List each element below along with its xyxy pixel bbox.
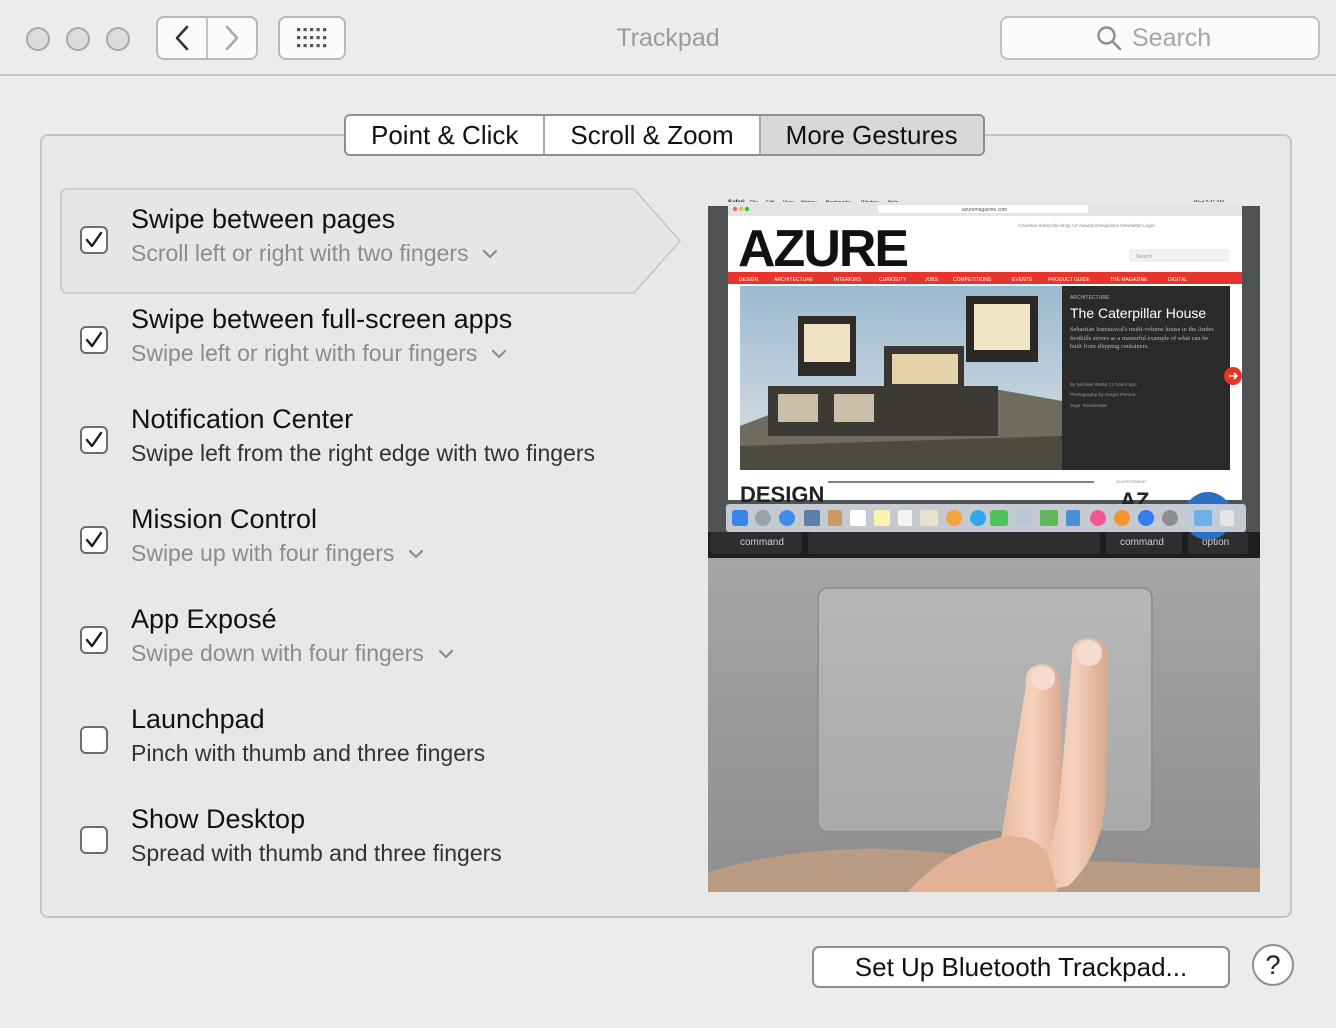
gesture-swipe-between-pages[interactable]: Swipe between pages Scroll left or right… <box>62 188 682 292</box>
nav-item: DESIGN <box>739 277 759 283</box>
gesture-title: Show Desktop <box>131 804 306 834</box>
gesture-title: App Exposé <box>131 604 277 634</box>
gesture-subtitle: Pinch with thumb and three fingers <box>131 740 486 766</box>
search-input[interactable] <box>1132 23 1224 53</box>
gesture-swipe-full-screen-apps[interactable]: Swipe between full-screen apps Swipe lef… <box>62 288 682 392</box>
nav-item: COMPETITIONS <box>953 277 992 283</box>
gesture-option-popup[interactable]: Swipe down with four fingers <box>131 640 454 667</box>
article-tags: Tags: Residential <box>1070 403 1107 409</box>
browser-url: azuremagazine.com <box>962 207 1007 213</box>
gesture-option-popup[interactable]: Swipe left or right with four fingers <box>131 340 507 367</box>
gesture-title: Launchpad <box>131 704 265 734</box>
article-kicker: ARCHITECTURE <box>1070 295 1110 301</box>
search-field[interactable] <box>1000 16 1320 60</box>
key-command-right: command <box>1120 537 1164 548</box>
article-byline: By Michael Webb | 2 hours ago <box>1070 382 1137 388</box>
search-icon <box>1097 26 1122 51</box>
gesture-mission-control[interactable]: Mission Control Swipe up with four finge… <box>62 488 682 592</box>
gesture-title: Swipe between full-screen apps <box>131 304 513 334</box>
swipe-fullscreen-checkbox[interactable] <box>80 326 108 354</box>
mission-control-checkbox[interactable] <box>80 526 108 554</box>
nav-item: CURIOSITY <box>879 277 907 283</box>
spacebar <box>808 532 1100 554</box>
nav-item: INTERIORS <box>834 277 862 283</box>
checkmark-icon <box>85 631 103 648</box>
chevron-down-icon[interactable] <box>482 249 498 259</box>
nav-item: PRODUCT GUIDE <box>1048 277 1091 283</box>
swipe-pages-checkbox[interactable] <box>80 226 108 254</box>
chevron-down-icon[interactable] <box>438 649 454 659</box>
setup-bluetooth-trackpad-button[interactable]: Set Up Bluetooth Trackpad... <box>812 946 1230 988</box>
gesture-show-desktop[interactable]: Show Desktop Spread with thumb and three… <box>62 788 682 892</box>
article-photo-credit: Photography by Sergio Pirrone <box>1070 392 1136 398</box>
nav-item: ARCHITECTURE <box>774 277 814 283</box>
checkmark-icon <box>85 531 103 548</box>
gesture-subtitle: Swipe left from the right edge with two … <box>131 440 596 466</box>
nav-item: JOBS <box>925 277 939 283</box>
show-desktop-checkbox[interactable] <box>80 826 108 854</box>
launchpad-checkbox[interactable] <box>80 726 108 754</box>
gesture-subtitle: Swipe down with four fingers <box>131 640 424 666</box>
chevron-down-icon[interactable] <box>491 349 507 359</box>
article-headline: The Caterpillar House <box>1070 305 1206 321</box>
gesture-subtitle: Spread with thumb and three fingers <box>131 840 502 866</box>
gesture-notification-center[interactable]: Notification Center Swipe left from the … <box>62 388 682 492</box>
title-bar: Trackpad <box>0 0 1336 76</box>
chevron-down-icon[interactable] <box>408 549 424 559</box>
key-command-left: command <box>740 537 784 548</box>
gesture-preview-video: command command option Safari File Edit … <box>708 196 1260 892</box>
notification-center-checkbox[interactable] <box>80 426 108 454</box>
site-logo: AZURE <box>738 220 907 278</box>
gesture-subtitle: Swipe left or right with four fingers <box>131 340 478 366</box>
nav-item: DIGITAL <box>1168 277 1187 283</box>
tab-point-click[interactable]: Point & Click <box>346 116 544 154</box>
checkmark-icon <box>85 331 103 348</box>
gesture-title: Swipe between pages <box>131 204 396 234</box>
nav-item: THE MAGAZINE <box>1110 277 1148 283</box>
nav-item: EVENTS <box>1012 277 1033 283</box>
gesture-option-popup[interactable]: Swipe up with four fingers <box>131 540 424 567</box>
gesture-app-expose[interactable]: App Exposé Swipe down with four fingers <box>62 588 682 692</box>
gesture-title: Mission Control <box>131 504 318 534</box>
preview-illustration: command command option Safari File Edit … <box>708 196 1260 892</box>
gesture-title: Notification Center <box>131 404 354 434</box>
site-links: Advertise Subscribe Shop AZ Awards Desig… <box>1018 223 1155 228</box>
checkmark-icon <box>85 231 103 248</box>
article-body: Sebastián Irarrázaval's multi-volume hou… <box>1070 326 1214 350</box>
tab-bar: Point & Click Scroll & Zoom More Gesture… <box>344 114 985 156</box>
site-search: Search <box>1136 254 1152 260</box>
checkmark-icon <box>85 431 103 448</box>
app-expose-checkbox[interactable] <box>80 626 108 654</box>
tab-scroll-zoom[interactable]: Scroll & Zoom <box>543 116 759 154</box>
gesture-subtitle: Swipe up with four fingers <box>131 540 395 566</box>
gesture-subtitle: Scroll left or right with two fingers <box>131 240 469 266</box>
ad-label: ADVERTISEMENT <box>1116 480 1147 484</box>
gesture-launchpad[interactable]: Launchpad Pinch with thumb and three fin… <box>62 688 682 792</box>
help-button[interactable]: ? <box>1252 944 1294 986</box>
section-heading: DESIGN <box>740 482 824 507</box>
gesture-option-popup[interactable]: Scroll left or right with two fingers <box>131 240 498 267</box>
tab-more-gestures[interactable]: More Gestures <box>758 116 983 154</box>
